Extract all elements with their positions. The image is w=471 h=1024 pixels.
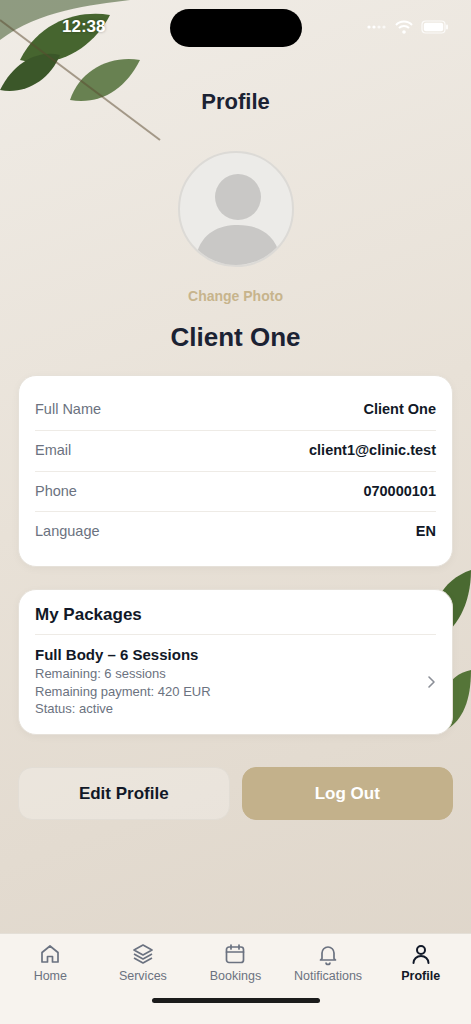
info-row: Email client1@clinic.test (35, 431, 436, 472)
profile-header: Profile Change Photo Client One (0, 54, 471, 353)
tab-label: Services (119, 968, 167, 984)
display-name: Client One (170, 321, 300, 353)
action-buttons: Edit ProfileLog Out (18, 767, 453, 820)
info-value: EN (416, 521, 436, 543)
package-detail-line: Remaining: 6 sessions (35, 665, 416, 683)
info-label: Language (35, 521, 100, 543)
info-row: Phone 070000101 (35, 472, 436, 513)
change-photo-link[interactable]: Change Photo (188, 287, 283, 305)
tab-label: Home (34, 968, 67, 984)
home-indicator (152, 998, 320, 1003)
info-row: Full Name Client One (35, 390, 436, 431)
packages-title: My Packages (35, 604, 436, 635)
wifi-icon (395, 20, 413, 34)
status-icons (367, 20, 449, 34)
package-details: Full Body – 6 SessionsRemaining: 6 sessi… (35, 645, 416, 718)
tab-label: Bookings (210, 968, 261, 984)
tab-item[interactable]: Profile (374, 942, 467, 984)
avatar[interactable] (178, 151, 294, 267)
page-title: Profile (201, 54, 269, 116)
profile-screen: 12:38 Profile (0, 0, 471, 1024)
notch (170, 9, 302, 47)
tab-label: Profile (401, 968, 440, 984)
packages-card: My PackagesFull Body – 6 SessionsRemaini… (18, 589, 453, 735)
log-out-button[interactable]: Log Out (242, 767, 454, 820)
tab-item[interactable]: Notifications (282, 942, 375, 984)
person-icon (409, 942, 433, 966)
home-icon (38, 942, 62, 966)
signal-icon (367, 23, 387, 31)
tab-item[interactable]: Bookings (189, 942, 282, 984)
calendar-icon (223, 942, 247, 966)
package-detail-line: Status: active (35, 700, 416, 718)
info-value: Client One (363, 399, 436, 421)
battery-icon (421, 20, 449, 34)
layers-icon (131, 942, 155, 966)
clock: 12:38 (62, 14, 105, 40)
bell-icon (316, 942, 340, 966)
tab-item[interactable]: Services (97, 942, 190, 984)
package-detail-line: Remaining payment: 420 EUR (35, 683, 416, 701)
info-label: Phone (35, 481, 77, 503)
info-label: Email (35, 440, 71, 462)
tab-label: Notifications (294, 968, 362, 984)
edit-profile-button[interactable]: Edit Profile (18, 767, 230, 820)
package-item[interactable]: Full Body – 6 SessionsRemaining: 6 sessi… (35, 635, 436, 718)
tab-item[interactable]: Home (4, 942, 97, 984)
status-bar: 12:38 (0, 0, 471, 54)
chevron-right-icon (426, 675, 436, 689)
tab-bar: Home Services Bookings Notifications Profile (0, 933, 471, 1024)
tab-list: Home Services Bookings Notifications Profile (4, 942, 467, 984)
info-value: client1@clinic.test (309, 440, 436, 462)
package-name: Full Body – 6 Sessions (35, 645, 416, 665)
info-value: 070000101 (363, 481, 436, 503)
person-icon (180, 153, 294, 267)
info-card: Full Name Client One Email client1@clinic.t… (18, 375, 453, 567)
info-row: Language EN (35, 512, 436, 552)
info-label: Full Name (35, 399, 101, 421)
